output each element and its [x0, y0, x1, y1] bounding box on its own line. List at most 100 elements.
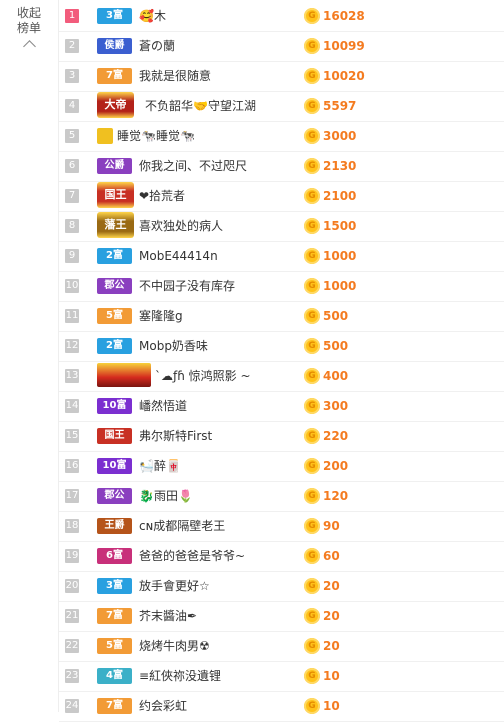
level-badge: 3富: [97, 578, 132, 594]
coin-icon: G: [304, 608, 320, 624]
rank-number: 17: [65, 489, 79, 503]
list-item[interactable]: 15 国王 弗尔斯特First G 220: [59, 421, 504, 452]
user-name[interactable]: ˋ☁ƒɦ 惊鸿照影 ~: [155, 368, 251, 384]
list-item[interactable]: 20 3富 放手會更好☆ G 20: [59, 571, 504, 602]
score-value: 60: [323, 549, 340, 563]
rank-number: 1: [65, 9, 79, 23]
list-item[interactable]: 18 王爵 ᴄɴ成都隔壁老王 G 90: [59, 511, 504, 542]
list-item[interactable]: 8 藩王 喜欢独处的病人 G 1500: [59, 211, 504, 242]
list-item[interactable]: 10 郡公 不中园子没有库存 G 1000: [59, 271, 504, 302]
coin-icon: G: [304, 578, 320, 594]
list-item[interactable]: 9 2富 MobE44414n G 1000: [59, 241, 504, 272]
level-badge: 6富: [97, 548, 132, 564]
score-value: 500: [323, 309, 349, 323]
user-name[interactable]: 芥末醬油✒: [139, 608, 197, 624]
collapse-label-line1: 收起: [16, 6, 41, 20]
rank-number: 21: [65, 609, 79, 623]
coin-icon: G: [304, 218, 320, 234]
user-name[interactable]: 爸爸的爸爸是爷爷~: [139, 548, 245, 564]
list-item[interactable]: 17 郡公 🐉雨田🌷 G 120: [59, 481, 504, 512]
user-name[interactable]: 喜欢独处的病人: [139, 218, 223, 234]
coin-icon: G: [304, 668, 320, 684]
rank-number: 7: [65, 189, 79, 203]
coin-icon: G: [304, 458, 320, 474]
list-item[interactable]: 14 10富 嶓然悟道 G 300: [59, 391, 504, 422]
user-name[interactable]: 🐉雨田🌷: [139, 488, 193, 504]
score-value: 1000: [323, 279, 357, 293]
user-name[interactable]: 你我之间、不过咫尺: [139, 158, 247, 174]
level-badge: 4富: [97, 668, 132, 684]
rank-number: 9: [65, 249, 79, 263]
list-item[interactable]: 13 ˋ☁ƒɦ 惊鸿照影 ~ G 400: [59, 361, 504, 392]
list-item[interactable]: 24 7富 约会彩虹 G 10: [59, 691, 504, 722]
rank-number: 20: [65, 579, 79, 593]
coin-icon: G: [304, 38, 320, 54]
rank-number: 10: [65, 279, 79, 293]
user-name[interactable]: ≡紅俠祢没遺锂: [139, 668, 221, 684]
rank-number: 11: [65, 309, 79, 323]
list-item[interactable]: 4 大帝 不负韶华🤝守望江湖 G 5597: [59, 91, 504, 122]
coin-icon: G: [304, 128, 320, 144]
level-badge: 7富: [97, 608, 132, 624]
sidebar: 收起 榜单: [0, 0, 58, 712]
user-name[interactable]: ᴄɴ成都隔壁老王: [139, 518, 225, 534]
coin-icon: G: [304, 308, 320, 324]
user-name[interactable]: 我就是很随意: [139, 68, 211, 84]
rank-number: 5: [65, 129, 79, 143]
user-name[interactable]: MobE44414n: [139, 248, 218, 264]
list-item[interactable]: 16 10富 🛀醉🀄 G 200: [59, 451, 504, 482]
rank-number: 3: [65, 69, 79, 83]
chevron-up-icon: [22, 40, 36, 53]
level-badge: 国王: [97, 182, 134, 208]
level-badge: 公爵: [97, 158, 132, 174]
score-value: 10099: [323, 39, 365, 53]
level-badge: 国王: [97, 428, 132, 444]
rank-number: 8: [65, 219, 79, 233]
list-item[interactable]: 3 7富 我就是很随意 G 10020: [59, 61, 504, 92]
level-badge: 7富: [97, 68, 132, 84]
level-badge: 郡公: [97, 278, 132, 294]
coin-icon: G: [304, 248, 320, 264]
coin-icon: G: [304, 158, 320, 174]
user-name[interactable]: 睡觉🐄睡觉🐄: [117, 128, 195, 144]
rank-number: 14: [65, 399, 79, 413]
user-name[interactable]: 放手會更好☆: [139, 578, 210, 594]
user-name[interactable]: 嶓然悟道: [139, 398, 187, 414]
score-value: 220: [323, 429, 349, 443]
user-name[interactable]: 🥰木: [139, 8, 166, 24]
list-item[interactable]: 1 3富 🥰木 G 16028: [59, 1, 504, 32]
list-item[interactable]: 11 5富 塞隆隆g G 500: [59, 301, 504, 332]
user-name[interactable]: 蒼の蘭: [139, 38, 175, 54]
score-value: 400: [323, 369, 349, 383]
list-item[interactable]: 6 公爵 你我之间、不过咫尺 G 2130: [59, 151, 504, 182]
user-name[interactable]: 弗尔斯特First: [139, 428, 212, 444]
user-name[interactable]: 不负韶华🤝守望江湖: [145, 98, 256, 114]
list-item[interactable]: 7 国王 ❤拾荒者 G 2100: [59, 181, 504, 212]
user-name[interactable]: 不中园子没有库存: [139, 278, 235, 294]
coin-icon: G: [304, 338, 320, 354]
level-badge: 大帝: [97, 92, 134, 118]
list-item[interactable]: 12 2富 Mobp奶香味 G 500: [59, 331, 504, 362]
score-value: 3000: [323, 129, 357, 143]
list-item[interactable]: 2 侯爵 蒼の蘭 G 10099: [59, 31, 504, 62]
list-item[interactable]: 19 6富 爸爸的爸爸是爷爷~ G 60: [59, 541, 504, 572]
user-name[interactable]: 🛀醉🀄: [139, 458, 181, 474]
score-value: 120: [323, 489, 349, 503]
user-name[interactable]: Mobp奶香味: [139, 338, 208, 354]
coin-icon: G: [304, 68, 320, 84]
user-name[interactable]: 烧烤牛肉男☢: [139, 638, 210, 654]
level-badge: 藩王: [97, 212, 134, 238]
list-item[interactable]: 21 7富 芥末醬油✒ G 20: [59, 601, 504, 632]
collapse-ranking-button[interactable]: 收起 榜单: [10, 6, 48, 53]
level-badge: 郡公: [97, 488, 132, 504]
level-badge: 3富: [97, 8, 132, 24]
list-item[interactable]: 5 睡觉🐄睡觉🐄 G 3000: [59, 121, 504, 152]
score-value: 2100: [323, 189, 357, 203]
rank-number: 12: [65, 339, 79, 353]
user-name[interactable]: ❤拾荒者: [139, 188, 185, 204]
list-item[interactable]: 22 5富 烧烤牛肉男☢ G 20: [59, 631, 504, 662]
user-name[interactable]: 塞隆隆g: [139, 308, 183, 324]
coin-icon: G: [304, 188, 320, 204]
rank-number: 19: [65, 549, 79, 563]
list-item[interactable]: 23 4富 ≡紅俠祢没遺锂 G 10: [59, 661, 504, 692]
